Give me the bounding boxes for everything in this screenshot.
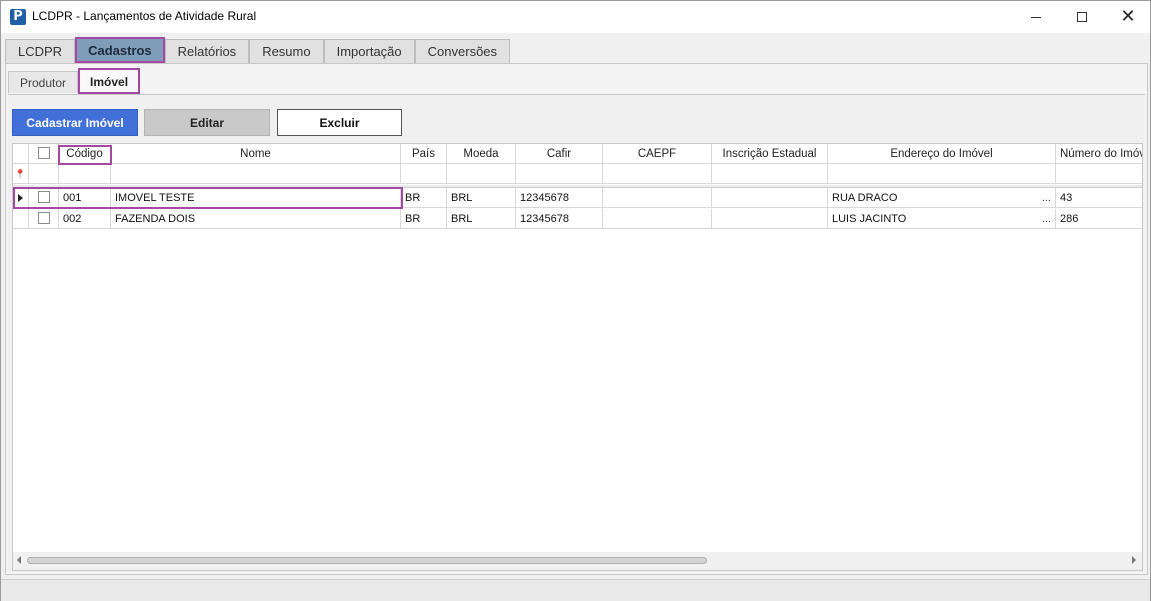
filter-indicator-cell: 📍 <box>13 164 29 184</box>
close-icon: ✕ <box>1120 6 1136 27</box>
cell-inscricao-estadual[interactable] <box>712 209 828 229</box>
filter-moeda[interactable] <box>447 164 516 184</box>
cell-moeda[interactable]: BRL <box>447 188 516 208</box>
filter-cafir[interactable] <box>516 164 603 184</box>
imovel-panel: Cadastrar Imóvel Editar Excluir Código N… <box>8 94 1145 572</box>
cell-numero[interactable]: 286 <box>1056 209 1142 229</box>
column-header-codigo[interactable]: Código <box>59 144 111 164</box>
scrollbar-thumb[interactable] <box>27 557 707 564</box>
filter-inscricao-estadual[interactable] <box>712 164 828 184</box>
row-indicator-cell <box>13 188 29 208</box>
column-header-endereco[interactable]: Endereço do Imóvel <box>828 144 1056 164</box>
column-header-inscricao-estadual[interactable]: Inscrição Estadual <box>712 144 828 164</box>
filter-cell[interactable] <box>29 164 59 184</box>
window-title: LCDPR - Lançamentos de Atividade Rural <box>32 9 257 23</box>
cell-inscricao-estadual[interactable] <box>712 188 828 208</box>
tab-importacao[interactable]: Importação <box>323 39 415 63</box>
select-all-checkbox[interactable] <box>37 146 50 159</box>
grid-filter-row: 📍 <box>13 164 1142 184</box>
tab-lcdpr[interactable]: LCDPR <box>5 39 76 63</box>
row-select-cell <box>29 209 59 229</box>
minimize-button[interactable] <box>1013 1 1059 33</box>
cell-caepf[interactable] <box>603 188 712 208</box>
table-row[interactable]: 001 IMOVEL TESTE BR BRL 12345678 RUA DRA… <box>13 188 1142 208</box>
cell-endereco-text: LUIS JACINTO <box>832 213 907 225</box>
filter-caepf[interactable] <box>603 164 712 184</box>
row-checkbox[interactable] <box>37 191 50 204</box>
cell-pais[interactable]: BR <box>401 188 447 208</box>
row-select-cell <box>29 188 59 208</box>
filter-nome[interactable] <box>111 164 401 184</box>
ellipsis-button[interactable]: ... <box>1042 188 1051 207</box>
edit-button[interactable]: Editar <box>144 109 270 136</box>
cell-endereco[interactable]: LUIS JACINTO... <box>828 209 1056 229</box>
grid-header: Código Nome País Moeda Cafir CAEPF Inscr… <box>13 144 1142 164</box>
cell-moeda[interactable]: BRL <box>447 209 516 229</box>
column-header-pais[interactable]: País <box>401 144 447 164</box>
app-logo-icon: P <box>10 9 26 25</box>
column-header-cafir[interactable]: Cafir <box>516 144 603 164</box>
tab-relatorios[interactable]: Relatórios <box>164 39 250 63</box>
tab-cadastros[interactable]: Cadastros <box>75 37 165 63</box>
pin-icon: 📍 <box>14 170 27 180</box>
filter-endereco[interactable] <box>828 164 1056 184</box>
scroll-left-icon[interactable] <box>17 556 21 564</box>
add-imovel-button[interactable]: Cadastrar Imóvel <box>12 109 138 136</box>
column-header-nome[interactable]: Nome <box>111 144 401 164</box>
row-indicator-icon <box>18 194 23 203</box>
sub-tab-strip: Produtor Imóvel <box>8 68 141 94</box>
app-logo-glyph: P <box>13 9 23 24</box>
cell-numero[interactable]: 43 <box>1056 188 1142 208</box>
app-window: P LCDPR - Lançamentos de Atividade Rural… <box>0 0 1151 601</box>
maximize-icon <box>1077 12 1087 22</box>
delete-button[interactable]: Excluir <box>277 109 402 136</box>
close-button[interactable]: ✕ <box>1105 1 1151 33</box>
imovel-grid: Código Nome País Moeda Cafir CAEPF Inscr… <box>12 143 1143 571</box>
ellipsis-button[interactable]: ... <box>1042 209 1051 228</box>
filter-codigo[interactable] <box>59 164 111 184</box>
row-checkbox[interactable] <box>37 212 50 225</box>
cell-codigo[interactable]: 001 <box>59 188 111 208</box>
tab-resumo[interactable]: Resumo <box>249 39 324 63</box>
scroll-right-icon[interactable] <box>1132 556 1136 564</box>
cell-cafir[interactable]: 12345678 <box>516 188 603 208</box>
filter-pais[interactable] <box>401 164 447 184</box>
cell-nome[interactable]: IMOVEL TESTE <box>111 188 401 208</box>
tab-conversoes[interactable]: Conversões <box>414 39 511 63</box>
cadastros-panel: Produtor Imóvel Cadastrar Imóvel Editar … <box>5 63 1148 575</box>
minimize-icon <box>1031 16 1041 18</box>
main-tab-strip: LCDPR Cadastros Relatórios Resumo Import… <box>5 37 511 63</box>
column-header-caepf[interactable]: CAEPF <box>603 144 712 164</box>
horizontal-scrollbar[interactable] <box>13 552 1142 570</box>
cell-endereco-text: RUA DRACO <box>832 192 898 204</box>
cell-caepf[interactable] <box>603 209 712 229</box>
maximize-button[interactable] <box>1059 1 1105 33</box>
status-bar <box>1 579 1150 601</box>
tab-produtor[interactable]: Produtor <box>8 71 79 93</box>
cell-cafir[interactable]: 12345678 <box>516 209 603 229</box>
header-indicator-cell <box>13 144 29 164</box>
tab-cadastros-label: Cadastros <box>88 43 152 58</box>
cell-endereco[interactable]: RUA DRACO... <box>828 188 1056 208</box>
cell-codigo[interactable]: 002 <box>59 209 111 229</box>
filter-numero[interactable] <box>1056 164 1142 184</box>
row-indicator-cell <box>13 209 29 229</box>
column-header-numero[interactable]: Número do Imóvel <box>1056 144 1142 164</box>
cell-nome[interactable]: FAZENDA DOIS <box>111 209 401 229</box>
title-bar: P LCDPR - Lançamentos de Atividade Rural… <box>1 1 1150 33</box>
header-select-all-cell <box>29 144 59 164</box>
tab-imovel[interactable]: Imóvel <box>78 68 141 94</box>
table-row[interactable]: 002 FAZENDA DOIS BR BRL 12345678 LUIS JA… <box>13 209 1142 229</box>
column-header-moeda[interactable]: Moeda <box>447 144 516 164</box>
cell-pais[interactable]: BR <box>401 209 447 229</box>
